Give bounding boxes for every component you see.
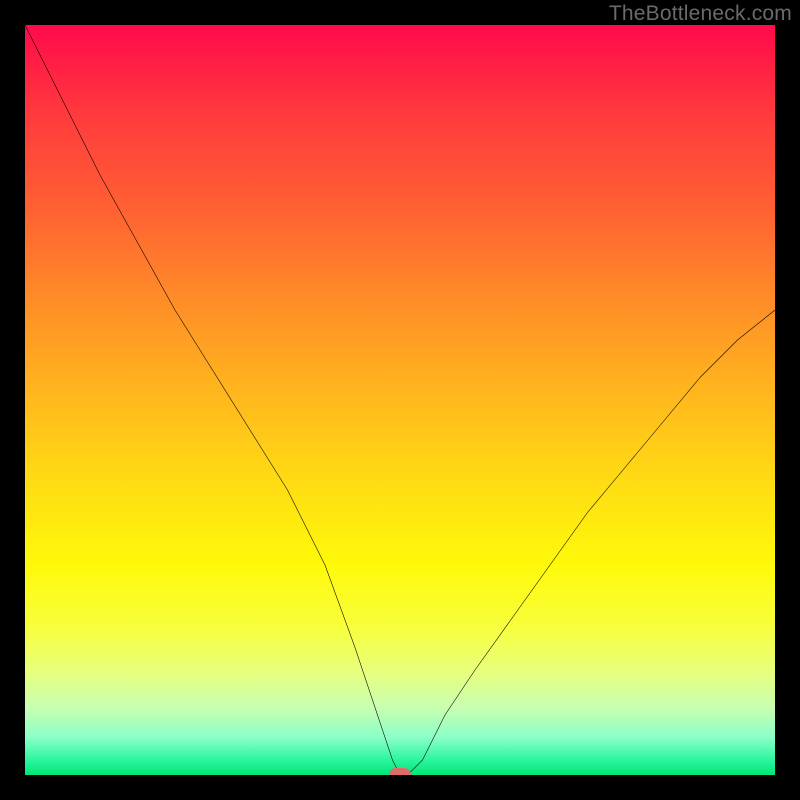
minimum-marker <box>389 768 411 775</box>
chart-frame: TheBottleneck.com <box>0 0 800 800</box>
bottleneck-curve <box>25 25 775 775</box>
watermark-text: TheBottleneck.com <box>609 2 792 26</box>
plot-area <box>25 25 775 775</box>
